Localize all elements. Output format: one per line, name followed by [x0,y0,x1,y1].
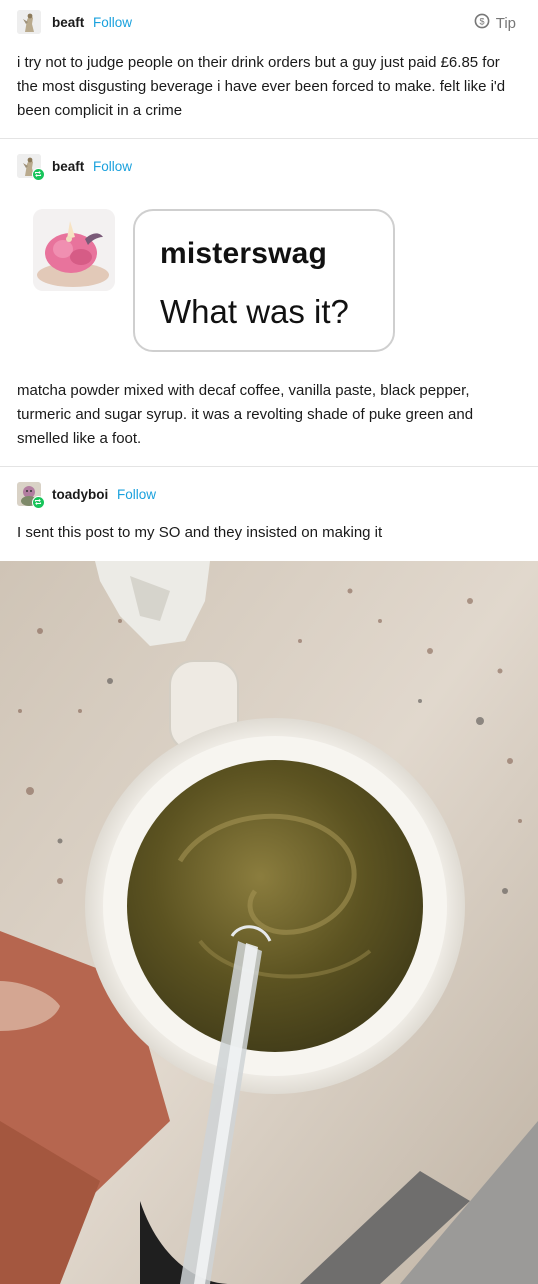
reblog-header: beaft Follow [0,154,538,182]
tip-button[interactable]: $ Tip [474,13,516,33]
reblog-icon [32,168,45,181]
divider [0,138,538,139]
follow-button[interactable]: Follow [93,159,132,174]
divider [0,466,538,467]
username[interactable]: toadyboi [52,487,108,502]
ask-bubble: misterswag What was it? [133,209,395,352]
follow-button[interactable]: Follow [117,487,156,502]
avatar[interactable] [17,10,41,34]
asker-name[interactable]: misterswag [160,237,327,271]
post-header: beaft Follow [0,10,538,38]
ask-question: What was it? [160,293,349,330]
tip-label: Tip [495,14,516,32]
post-body: i try not to judge people on their drink… [17,54,506,119]
username[interactable]: beaft [52,159,84,174]
coin-icon: $ [474,13,490,33]
reblog-icon [32,496,45,509]
asker-avatar[interactable] [33,209,115,291]
post-image[interactable] [0,561,538,1284]
reblog-header: toadyboi Follow [0,482,538,510]
svg-text:$: $ [479,17,484,27]
follow-button[interactable]: Follow [93,15,132,30]
post-body: matcha powder mixed with decaf coffee, v… [17,382,474,447]
username[interactable]: beaft [52,15,84,30]
post-body: I sent this post to my SO and they insis… [17,524,383,541]
